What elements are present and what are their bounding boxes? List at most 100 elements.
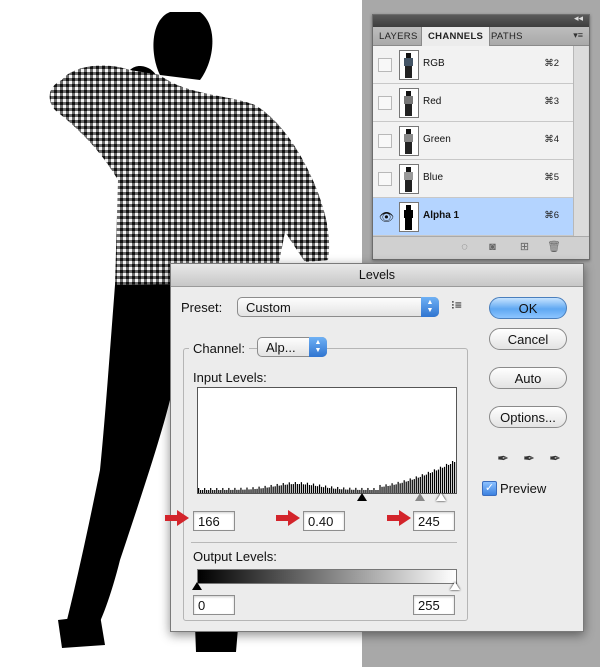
input-slider[interactable]: [197, 493, 455, 505]
channel-list: RGB ⌘2 Red ⌘3 Green ⌘4 Blue ⌘5 👁 Alpha 1…: [373, 46, 573, 236]
red-arrow-icon: [276, 510, 300, 526]
eye-icon: 👁: [379, 210, 395, 224]
histogram-bar: [437, 469, 440, 493]
input-white-field[interactable]: 245: [413, 511, 455, 531]
visibility-toggle[interactable]: 👁: [378, 210, 395, 224]
histogram-bar: [276, 483, 278, 493]
visibility-toggle[interactable]: [378, 172, 392, 186]
histogram-bar: [379, 484, 381, 493]
channel-value: Alp...: [266, 340, 296, 355]
histogram-bar: [405, 481, 407, 493]
histogram-bar: [282, 483, 284, 493]
channel-row-red[interactable]: Red ⌘3: [373, 84, 573, 122]
input-levels-label: Input Levels:: [193, 370, 267, 385]
panel-tabs: LAYERS CHANNELS PATHS ▾≡: [373, 27, 589, 46]
histogram-bar: [284, 484, 286, 493]
panel-bottom-bar: ◌ ◙ ⊞ 🗑: [373, 236, 589, 259]
histogram-bar: [415, 476, 417, 493]
auto-button[interactable]: Auto: [489, 367, 567, 389]
channel-shortcut: ⌘4: [544, 134, 559, 145]
panel-menu-icon[interactable]: ▾≡: [573, 30, 583, 41]
histogram-bar: [419, 476, 421, 493]
output-gradient: [197, 569, 457, 584]
preset-select[interactable]: Custom ▲ ▼: [237, 297, 439, 317]
histogram-bar: [314, 485, 317, 493]
red-arrow-icon: [387, 510, 411, 526]
options-button[interactable]: Options...: [489, 406, 567, 428]
preset-value: Custom: [246, 300, 291, 315]
channel-name: Red: [423, 96, 442, 107]
visibility-toggle[interactable]: [378, 58, 392, 72]
histogram-bar: [427, 471, 429, 493]
histogram-bar: [407, 481, 409, 493]
channel-shortcut: ⌘3: [544, 96, 559, 107]
channel-list-scrollbar[interactable]: [573, 46, 588, 236]
histogram-bar: [451, 461, 454, 493]
mask-icon[interactable]: ◙: [487, 242, 498, 253]
histogram-bar: [395, 484, 397, 493]
gamma-slider[interactable]: [415, 493, 425, 501]
histogram-bar: [385, 484, 387, 493]
histogram-bar: [417, 477, 419, 493]
output-black-field[interactable]: 0: [193, 595, 235, 615]
histogram-bar: [391, 483, 393, 493]
histogram-bar: [264, 485, 266, 493]
ok-button[interactable]: OK: [489, 297, 567, 319]
channels-panel: ◂◂ LAYERS CHANNELS PATHS ▾≡ RGB ⌘2 Red ⌘…: [372, 13, 590, 260]
channel-thumbnail: [399, 202, 419, 232]
histogram-bar: [324, 485, 327, 493]
dialog-title: Levels: [171, 264, 583, 287]
tab-channels[interactable]: CHANNELS: [421, 27, 491, 46]
gray-eyedropper-icon[interactable]: ✒: [520, 449, 538, 467]
histogram-bar: [409, 478, 411, 493]
histogram-bar: [447, 464, 450, 493]
channel-row-blue[interactable]: Blue ⌘5: [373, 160, 573, 198]
levels-dialog: Levels Preset: Custom ▲ ▼ ⁝≡ OK Cancel Au…: [165, 263, 584, 632]
preview-checkbox[interactable]: ✓: [482, 481, 497, 496]
trash-icon[interactable]: 🗑: [547, 242, 561, 253]
histogram-bar: [308, 484, 311, 493]
channel-select[interactable]: Alp... ▲ ▼: [257, 337, 327, 357]
preview-label: Preview: [500, 481, 547, 496]
panel-title-bar[interactable]: ◂◂: [373, 13, 589, 27]
histogram-bar: [306, 482, 309, 493]
stepper-arrows-icon: ▲ ▼: [309, 337, 327, 357]
histogram-bar: [423, 475, 425, 493]
new-channel-icon[interactable]: ⊞: [519, 242, 530, 253]
channel-name: Blue: [423, 172, 444, 183]
input-gamma-field[interactable]: 0.40: [303, 511, 345, 531]
visibility-toggle[interactable]: [378, 96, 392, 110]
channel-row-rgb[interactable]: RGB ⌘2: [373, 46, 573, 84]
tab-layers[interactable]: LAYERS: [373, 27, 424, 45]
dotted-circle-icon[interactable]: ◌: [459, 242, 470, 253]
tab-paths[interactable]: PATHS: [485, 27, 529, 45]
visibility-toggle[interactable]: [378, 134, 392, 148]
channel-row-green[interactable]: Green ⌘4: [373, 122, 573, 160]
black-point-slider[interactable]: [357, 493, 367, 501]
histogram-bar: [443, 466, 446, 493]
white-eyedropper-icon[interactable]: ✒: [546, 449, 564, 467]
input-black-field[interactable]: 166: [193, 511, 235, 531]
histogram-bar: [304, 484, 307, 493]
output-black-slider[interactable]: [192, 582, 202, 590]
histogram-bar: [312, 483, 315, 493]
histogram-bar: [449, 463, 452, 493]
cancel-button[interactable]: Cancel: [489, 328, 567, 350]
histogram-bar: [421, 474, 423, 493]
channel-shortcut: ⌘6: [544, 210, 559, 221]
histogram-bar: [445, 463, 448, 493]
channel-row-alpha-1[interactable]: 👁 Alpha 1 ⌘6: [373, 198, 573, 236]
preset-options-icon[interactable]: ⁝≡: [451, 298, 462, 312]
white-point-slider[interactable]: [436, 493, 446, 501]
histogram-bar: [286, 484, 288, 493]
histogram-bar: [331, 486, 333, 493]
histogram-bar: [274, 486, 276, 493]
collapse-icon[interactable]: ◂◂: [574, 13, 583, 24]
output-white-slider[interactable]: [450, 582, 460, 590]
output-white-field[interactable]: 255: [413, 595, 455, 615]
channel-thumbnail: [399, 88, 419, 118]
histogram: [197, 387, 457, 494]
black-eyedropper-icon[interactable]: ✒: [494, 449, 512, 467]
histogram-bars: [198, 461, 456, 493]
channel-thumbnail: [399, 164, 419, 194]
